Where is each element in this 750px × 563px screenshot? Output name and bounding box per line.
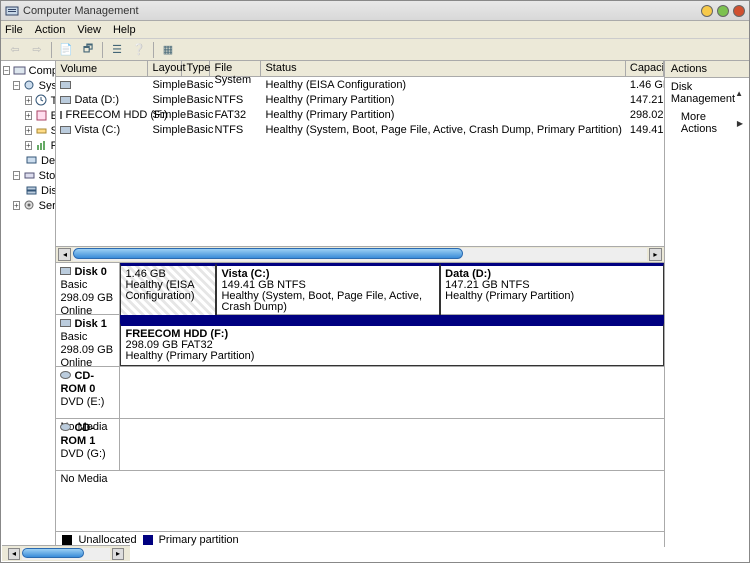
tree-diskmgmt[interactable]: Disk Management [1,183,55,198]
cdrom-row: CD-ROM 0 DVD (E:) No Media [56,367,663,419]
legend-unallocated-swatch [62,535,72,545]
volume-row[interactable]: FREECOM HDD (F:)SimpleBasicFAT32Healthy … [56,107,663,122]
volume-list: Volume Layout Type File System Status Ca… [56,61,663,246]
legend-unallocated-label: Unallocated [78,534,136,546]
col-fs[interactable]: File System [210,61,261,76]
partition-vista[interactable]: Vista (C:) 149.41 GB NTFS Healthy (Syste… [216,263,440,317]
disk-header-bar [120,315,663,323]
drive-icon [60,96,71,104]
scroll-left-button[interactable]: ◂ [58,248,71,261]
tree-pane: −Computer Management (Local) −System Too… [1,61,56,547]
disk-graphical-list: Disk 0 Basic 298.09 GB Online 1.46 GB He… [56,262,663,531]
tree-task[interactable]: +Task Scheduler [1,93,55,108]
partition-data[interactable]: Data (D:) 147.21 GB NTFS Healthy (Primar… [440,263,664,317]
actions-diskmgmt[interactable]: Disk Management ▲ [665,78,749,108]
forward-button: ⇨ [27,41,47,59]
legend-primary-swatch [143,535,153,545]
tree-hscroll[interactable]: ◂ ▸ [2,545,130,561]
disk-info[interactable]: Disk 0 Basic 298.09 GB Online [56,263,120,314]
drive-icon [60,126,71,134]
menubar: File Action View Help [1,21,749,39]
titlebar: Computer Management [1,1,749,21]
disk-icon [60,319,71,327]
col-status[interactable]: Status [261,61,625,76]
tree-storage[interactable]: −Storage [1,168,55,183]
menu-view[interactable]: View [77,24,101,36]
minimize-button[interactable] [701,5,713,17]
col-capacity[interactable]: Capacity [626,61,664,76]
drive-icon [60,111,62,119]
center-pane: Volume Layout Type File System Status Ca… [56,61,664,547]
disk-info[interactable]: CD-ROM 0 DVD (E:) No Media [56,367,120,418]
drive-icon [60,81,71,89]
volume-header: Volume Layout Type File System Status Ca… [56,61,663,77]
volume-row[interactable]: Data (D:)SimpleBasicNTFSHealthy (Primary… [56,92,663,107]
tree-devmgr[interactable]: Device Manager [1,153,55,168]
cd-icon [60,423,71,431]
disk-info[interactable]: CD-ROM 1 DVD (G:) No Media [56,419,120,470]
scroll-track[interactable] [73,248,646,261]
volume-row[interactable]: SimpleBasicHealthy (EISA Configuration)1… [56,77,663,92]
tree-shared[interactable]: +Shared Folders [1,123,55,138]
help-button[interactable]: ❔ [129,41,149,59]
legend-primary-label: Primary partition [159,534,239,546]
actions-more[interactable]: More Actions ▶ [665,108,749,138]
tree-root[interactable]: −Computer Management (Local) [1,63,55,78]
volume-hscroll[interactable]: ◂ ▸ [56,246,663,262]
tree-event[interactable]: +Event Viewer [1,108,55,123]
menu-action[interactable]: Action [35,24,66,36]
scroll-thumb[interactable] [73,248,463,259]
disk-icon [60,267,71,275]
cdrom-row: CD-ROM 1 DVD (G:) No Media [56,419,663,471]
col-layout[interactable]: Layout [148,61,182,76]
collapse-icon: ▲ [735,89,743,98]
toolbar: ⇦ ⇨ 📄 🗗 ☰ ❔ ▦ [1,39,749,61]
actions-header: Actions [665,61,749,78]
volume-row[interactable]: Vista (C:)SimpleBasicNTFSHealthy (System… [56,122,663,137]
close-button[interactable] [733,5,745,17]
cd-icon [60,371,71,379]
disk-info[interactable]: Disk 1 Basic 298.09 GB Online [56,315,120,366]
col-type[interactable]: Type [182,61,210,76]
partition-eisa[interactable]: 1.46 GB Healthy (EISA Configuration) [120,263,216,317]
disk-row: Disk 0 Basic 298.09 GB Online 1.46 GB He… [56,263,663,315]
chevron-right-icon: ▶ [737,119,743,128]
tree-services[interactable]: +Services and Applications [1,198,55,213]
refresh-button[interactable]: 🗗 [78,41,98,59]
tree-root-label: Computer Management (Local) [29,65,57,77]
col-volume[interactable]: Volume [56,61,148,76]
scroll-thumb[interactable] [22,548,84,558]
tree-systools[interactable]: −System Tools [1,78,55,93]
list-button[interactable]: ▦ [158,41,178,59]
partition-freecom[interactable]: FREECOM HDD (F:) 298.09 GB FAT32 Healthy… [120,323,663,366]
scroll-left-button[interactable]: ◂ [8,548,20,560]
window-title: Computer Management [23,5,701,17]
scroll-right-button[interactable]: ▸ [649,248,662,261]
menu-file[interactable]: File [5,24,23,36]
back-button: ⇦ [5,41,25,59]
legend: Unallocated Primary partition [56,531,663,547]
disk-row: Disk 1 Basic 298.09 GB Online FREECOM HD… [56,315,663,367]
maximize-button[interactable] [717,5,729,17]
properties-button[interactable]: ☰ [107,41,127,59]
actions-pane: Actions Disk Management ▲ More Actions ▶ [665,61,749,547]
menu-help[interactable]: Help [113,24,136,36]
up-button[interactable]: 📄 [56,41,76,59]
scroll-right-button[interactable]: ▸ [112,548,124,560]
tree-reliability[interactable]: +Reliability and Performance [1,138,55,153]
app-icon [5,4,19,18]
